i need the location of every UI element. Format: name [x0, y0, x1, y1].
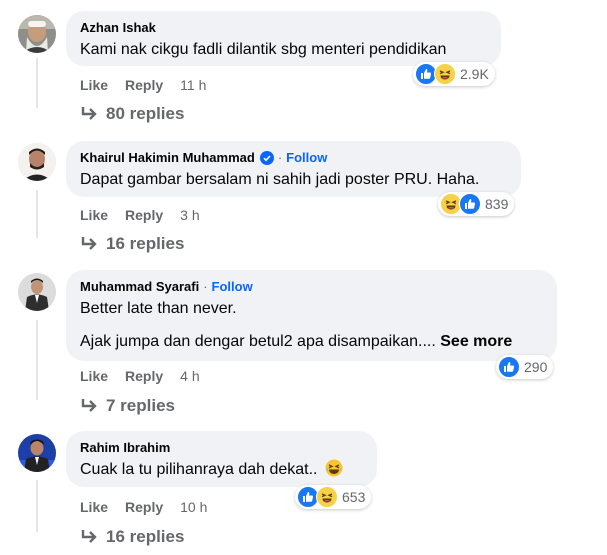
like-button[interactable]: Like	[80, 76, 108, 94]
separator-dot: ·	[203, 279, 208, 294]
verified-badge-icon	[259, 151, 274, 165]
thread-line	[36, 190, 38, 238]
comment-bubble: Muhammad Syarafi · Follow Better late th…	[66, 270, 557, 361]
reaction-count: 2.9K	[460, 66, 489, 82]
like-button[interactable]: Like	[80, 498, 108, 516]
like-button[interactable]: Like	[80, 367, 108, 385]
timestamp[interactable]: 4 h	[180, 367, 199, 385]
replies-count[interactable]: 7 replies	[106, 396, 175, 416]
timestamp[interactable]: 11 h	[180, 76, 206, 94]
reaction-count: 290	[524, 359, 548, 375]
comment-actions: Like Reply 4 h	[80, 367, 217, 385]
haha-icon	[316, 486, 338, 508]
reply-button[interactable]: Reply	[125, 498, 163, 516]
comment-actions: Like Reply 3 h	[80, 206, 217, 224]
reaction-count: 653	[342, 489, 366, 505]
reply-button[interactable]: Reply	[125, 76, 163, 94]
reply-button[interactable]: Reply	[125, 206, 163, 224]
follow-button[interactable]: Follow	[212, 279, 253, 295]
thread-line	[36, 320, 38, 400]
comment-bubble: Khairul Hakimin Muhammad · Follow Dapat …	[66, 141, 521, 197]
reply-arrow-icon	[81, 530, 97, 543]
author-name[interactable]: Khairul Hakimin Muhammad	[80, 150, 255, 166]
comment-bubble: Rahim Ibrahim Cuak la tu pilihanraya dah…	[66, 431, 377, 487]
avatar[interactable]	[18, 143, 56, 181]
reaction-summary[interactable]: 839	[438, 192, 515, 216]
reaction-count: 839	[485, 196, 509, 212]
comment-text: Kami nak cikgu fadli dilantik sbg menter…	[80, 41, 447, 58]
like-icon	[498, 356, 520, 378]
comment-text: Better late than never.	[80, 300, 237, 317]
reply-arrow-icon	[81, 399, 97, 412]
replies-count[interactable]: 16 replies	[106, 527, 184, 547]
follow-button[interactable]: Follow	[286, 150, 327, 166]
comment-text-continued: Ajak jumpa dan dengar betul2 apa disampa…	[80, 331, 543, 352]
like-button[interactable]: Like	[80, 206, 108, 224]
view-replies[interactable]: 16 replies	[80, 234, 184, 254]
reply-arrow-icon	[81, 237, 97, 250]
comment-bubble: Azhan Ishak Kami nak cikgu fadli dilanti…	[66, 11, 501, 66]
comment-actions: Like Reply 11 h	[80, 76, 223, 94]
author-name[interactable]: Rahim Ibrahim	[80, 440, 170, 456]
timestamp[interactable]: 10 h	[180, 498, 207, 516]
replies-count[interactable]: 16 replies	[106, 234, 184, 254]
avatar[interactable]	[18, 15, 56, 53]
comment-text: Cuak la tu pilihanraya dah dekat..	[80, 459, 363, 480]
reaction-summary[interactable]: 653	[295, 485, 372, 509]
timestamp[interactable]: 3 h	[180, 206, 199, 224]
like-icon	[459, 193, 481, 215]
thread-line	[36, 58, 38, 108]
reply-button[interactable]: Reply	[125, 367, 163, 385]
reply-arrow-icon	[81, 107, 97, 120]
comment-actions: Like Reply 10 h	[80, 498, 224, 516]
reaction-summary[interactable]: 290	[496, 355, 554, 379]
author-name[interactable]: Azhan Ishak	[80, 20, 156, 36]
avatar[interactable]	[18, 273, 56, 311]
comment-text: Dapat gambar bersalam ni sahih jadi post…	[80, 171, 480, 188]
avatar[interactable]	[18, 434, 56, 472]
separator-dot: ·	[277, 150, 283, 165]
comment-text-body: Cuak la tu pilihanraya dah dekat..	[80, 461, 318, 478]
replies-count[interactable]: 80 replies	[106, 104, 184, 124]
laughing-emoji-icon	[325, 459, 343, 477]
view-replies[interactable]: 7 replies	[80, 396, 175, 416]
reaction-summary[interactable]: 2.9K	[413, 62, 495, 86]
see-more-link[interactable]: See more	[440, 333, 512, 350]
thread-line	[36, 480, 38, 532]
view-replies[interactable]: 16 replies	[80, 527, 184, 547]
author-name[interactable]: Muhammad Syarafi	[80, 279, 199, 295]
view-replies[interactable]: 80 replies	[80, 104, 184, 124]
comment-text-line2: Ajak jumpa dan dengar betul2 apa disampa…	[80, 333, 436, 350]
haha-icon	[434, 63, 456, 85]
